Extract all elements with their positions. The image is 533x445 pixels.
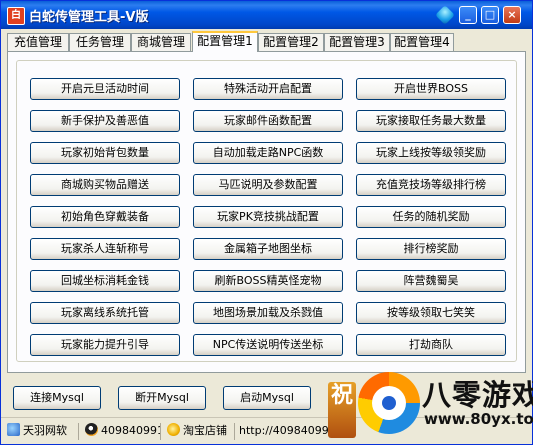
quest-random-reward-button[interactable]: 任务的随机奖励 <box>356 206 506 228</box>
gem-icon <box>435 5 455 25</box>
tab-panel: 开启元旦活动时间 特殊活动开启配置 开启世界BOSS 新手保护及善恶值 玩家邮件… <box>7 51 526 373</box>
status-qq: 409840991 <box>83 423 161 440</box>
tab-shop[interactable]: 商城管理 <box>131 33 191 51</box>
main-window: 白 白蛇传管理工具-V版 _ □ × 充值管理 任务管理 商城管理 配置管理1 … <box>0 0 533 445</box>
offline-hosting-button[interactable]: 玩家离线系统托管 <box>30 302 180 324</box>
watermark-swirl-icon <box>358 372 420 434</box>
watermark-url: www.80yx.top <box>424 410 533 428</box>
ranking-reward-button[interactable]: 排行榜奖励 <box>356 238 506 260</box>
tab-config-1[interactable]: 配置管理1 <box>192 31 258 52</box>
initial-bag-size-button[interactable]: 玩家初始背包数量 <box>30 142 180 164</box>
network-icon <box>7 423 20 436</box>
window-title: 白蛇传管理工具-V版 <box>29 10 149 25</box>
status-url[interactable]: http://40984099 <box>237 423 329 440</box>
npc-teleport-button[interactable]: NPC传送说明传送坐标 <box>193 334 343 356</box>
max-quests-button[interactable]: 玩家接取任务最大数量 <box>356 110 506 132</box>
tab-quests[interactable]: 任务管理 <box>69 33 131 51</box>
tab-recharge[interactable]: 充值管理 <box>7 33 69 51</box>
new-year-event-time-button[interactable]: 开启元旦活动时间 <box>30 78 180 100</box>
player-mail-config-button[interactable]: 玩家邮件函数配置 <box>193 110 343 132</box>
disconnect-mysql-button[interactable]: 断开Mysql <box>118 386 206 410</box>
kill-streak-title-button[interactable]: 玩家杀人连斩称号 <box>30 238 180 260</box>
world-boss-button[interactable]: 开启世界BOSS <box>356 78 506 100</box>
app-icon: 白 <box>7 7 25 25</box>
tab-config-4[interactable]: 配置管理4 <box>390 33 454 51</box>
shop-icon <box>167 423 180 436</box>
minimize-button[interactable]: _ <box>459 6 477 24</box>
tab-config-2[interactable]: 配置管理2 <box>258 33 324 51</box>
level-reward-claim-button[interactable]: 按等级领取七笑笑 <box>356 302 506 324</box>
shop-gift-button[interactable]: 商城购买物品赠送 <box>30 174 180 196</box>
title-bar[interactable]: 白 白蛇传管理工具-V版 _ □ × <box>1 1 532 29</box>
rob-caravan-button[interactable]: 打劫商队 <box>356 334 506 356</box>
login-level-reward-button[interactable]: 玩家上线按等级领奖励 <box>356 142 506 164</box>
boss-elite-refresh-button[interactable]: 刷新BOSS精英怪宠物 <box>193 270 343 292</box>
walking-npc-button[interactable]: 自动加载走路NPC函数 <box>193 142 343 164</box>
close-button[interactable]: × <box>503 6 521 24</box>
watermark-side-badge: 祝 <box>328 382 356 438</box>
pk-challenge-config-button[interactable]: 玩家PK竞技挑战配置 <box>193 206 343 228</box>
status-company: 天羽网软 <box>5 423 79 440</box>
newbie-protection-button[interactable]: 新手保护及善恶值 <box>30 110 180 132</box>
tab-strip: 充值管理 任务管理 商城管理 配置管理1 配置管理2 配置管理3 配置管理4 <box>7 31 527 52</box>
return-city-cost-button[interactable]: 回城坐标消耗金钱 <box>30 270 180 292</box>
watermark-logo: 祝 八零游戏 www.80yx.top <box>328 358 533 442</box>
metal-chest-coords-button[interactable]: 金属箱子地图坐标 <box>193 238 343 260</box>
arena-ranking-button[interactable]: 充值竞技场等级排行榜 <box>356 174 506 196</box>
maximize-button[interactable]: □ <box>481 6 499 24</box>
qq-number: 409840991 <box>101 424 161 437</box>
qq-icon <box>85 423 98 436</box>
shop-url: http://40984099 <box>239 424 329 437</box>
connect-mysql-button[interactable]: 连接Mysql <box>13 386 101 410</box>
initial-equipment-button[interactable]: 初始角色穿戴装备 <box>30 206 180 228</box>
ability-guide-button[interactable]: 玩家能力提升引导 <box>30 334 180 356</box>
special-event-config-button[interactable]: 特殊活动开启配置 <box>193 78 343 100</box>
start-mysql-button[interactable]: 启动Mysql <box>223 386 311 410</box>
faction-button[interactable]: 阵营魏蜀吴 <box>356 270 506 292</box>
company-label: 天羽网软 <box>23 424 67 437</box>
horse-config-button[interactable]: 马匹说明及参数配置 <box>193 174 343 196</box>
watermark-brand: 八零游戏 <box>422 378 533 412</box>
shop-label: 淘宝店铺 <box>183 424 227 437</box>
tab-config-3[interactable]: 配置管理3 <box>324 33 390 51</box>
status-shop[interactable]: 淘宝店铺 <box>165 423 235 440</box>
map-scene-load-button[interactable]: 地图场景加载及杀戮值 <box>193 302 343 324</box>
